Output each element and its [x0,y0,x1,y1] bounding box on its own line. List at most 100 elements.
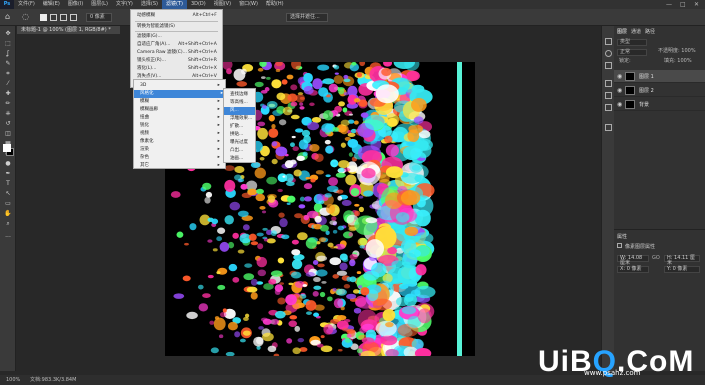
filter-submenu-item[interactable]: 渲染 ▸ [140,146,222,154]
marquee-preset-icon[interactable]: ◌ [22,12,29,21]
styles-icon[interactable] [605,104,612,111]
stylize-item[interactable]: 浮雕效果... [230,115,258,123]
menu-10[interactable]: 帮助(H) [262,0,288,9]
stylize-item[interactable]: 凸出... [230,147,258,155]
stylize-item[interactable]: 等高线... [230,99,258,107]
minimize-button[interactable]: — [666,0,672,9]
document-tab[interactable]: 未标题-1 @ 100% (图层 1, RGB/8#) * [17,26,120,34]
layer-row[interactable]: ◉ 图层 2 [614,84,705,97]
eraser-icon[interactable]: ◫ [3,130,13,138]
filter-menu-item[interactable]: 动感模糊 Alt+Ctrl+F [137,12,219,20]
stylize-item[interactable]: 查找边缘 [230,91,258,99]
link-icon[interactable]: GO [652,255,660,261]
fill-field[interactable]: 填充: 100% [662,59,702,66]
maximize-button[interactable]: □ [680,0,686,9]
filter-menu-item[interactable]: 自适应广角(A)... Alt+Shift+Ctrl+A [137,41,219,49]
menu-3[interactable]: 图层(L) [87,0,112,9]
feather-input[interactable]: 0 像素 [86,13,112,22]
history-icon[interactable] [605,38,612,45]
filter-submenu-item[interactable]: 风格化 ▸ [134,90,225,98]
zoom-level[interactable]: 100% [6,375,20,385]
paragraph-icon[interactable] [605,124,612,131]
menu-9[interactable]: 窗口(W) [235,0,262,9]
marquee-icon[interactable]: ⬚ [3,40,13,48]
foreground-color-swatch[interactable] [3,144,11,152]
pen-icon[interactable]: ✒ [3,170,13,178]
brush-icon[interactable]: ✏ [3,100,13,108]
artwork-dot [401,252,418,269]
artwork-dot [276,92,286,101]
shape-icon[interactable]: ▭ [3,200,13,208]
hand-icon[interactable]: ✋ [3,210,13,218]
home-icon[interactable]: ⌂ [5,12,10,21]
type-icon[interactable]: T [3,180,13,188]
move-icon[interactable]: ✥ [3,30,13,38]
path-select-icon[interactable]: ↖ [3,190,13,198]
menu-6[interactable]: 滤镜(T) [161,0,187,9]
filter-submenu-item[interactable]: 3D ▸ [140,82,222,90]
color-icon[interactable] [605,50,612,57]
stylize-item[interactable]: 曝光过度 [230,139,258,147]
menu-8[interactable]: 视图(V) [210,0,235,9]
new-selection-icon[interactable] [40,14,47,21]
artwork-dot [382,308,396,322]
add-selection-icon[interactable] [50,14,57,21]
zoom-icon[interactable]: ⌕ [3,220,13,228]
x-field[interactable]: X: 0 像素 [617,266,649,273]
select-and-mask-button[interactable]: 选择并遮住... [286,13,328,22]
tab-layers[interactable]: 图层 [617,28,627,36]
stylize-item[interactable]: 拼贴... [230,131,258,139]
crop-icon[interactable]: ⌗ [3,70,13,78]
filter-submenu-item[interactable]: 扭曲 ▸ [140,114,222,122]
menu-5[interactable]: 选择(S) [137,0,162,9]
menu-4[interactable]: 文字(Y) [112,0,137,9]
filter-menu-item[interactable]: 滤镜库(G)... [137,33,219,41]
width-field[interactable]: W: 14.08 厘米 [617,255,649,266]
blend-mode-select[interactable]: 正常 [617,49,647,56]
stylize-item[interactable]: 油画... [230,155,258,163]
filter-menu-item[interactable]: 液化(L)... Shift+Ctrl+X [137,65,219,73]
close-button[interactable]: ✕ [694,0,699,9]
menu-0[interactable]: 文件(F) [14,0,39,9]
visibility-eye-icon[interactable]: ◉ [617,101,622,108]
intersect-selection-icon[interactable] [70,14,77,21]
filter-submenu-item[interactable]: 模糊画廊 ▸ [140,106,222,114]
filter-submenu-item[interactable]: 其它 ▸ [140,162,222,170]
filter-menu-item[interactable]: 镜头校正(R)... Shift+Ctrl+R [137,57,219,65]
opacity-field[interactable]: 不透明度: 100% [656,49,702,56]
history-brush-icon[interactable]: ↺ [3,120,13,128]
dodge-icon[interactable]: ● [3,160,13,168]
stylize-item[interactable]: 风... [224,107,255,115]
quick-select-icon[interactable]: ✎ [3,60,13,68]
lasso-icon[interactable]: ʆ [3,50,13,58]
filter-submenu-item[interactable]: 视频 ▸ [140,130,222,138]
layer-row[interactable]: ◉ 背景 [614,98,705,111]
swatches-icon[interactable] [605,62,612,69]
filter-menu-item[interactable]: Camera Raw 滤镜(C)... Shift+Ctrl+A [137,49,219,57]
layer-row[interactable]: ◉ 图层 1 [614,70,705,83]
tab-channels[interactable]: 通道 [631,28,641,36]
y-field[interactable]: Y: 0 像素 [664,266,700,273]
menu-1[interactable]: 编辑(E) [39,0,64,9]
height-field[interactable]: H: 14.11 厘米 [664,255,700,266]
tab-paths[interactable]: 路径 [645,28,655,36]
libraries-icon[interactable] [605,80,612,87]
filter-submenu-item[interactable]: 锐化 ▸ [140,122,222,130]
adjustments-icon[interactable] [605,92,612,99]
layer-kind-filter[interactable]: 类型 [617,39,647,46]
filter-menu-item[interactable]: 转换为智能滤镜(S) [137,23,219,31]
visibility-eye-icon[interactable]: ◉ [617,87,622,94]
stamp-icon[interactable]: ⎈ [3,110,13,118]
artwork-dot [290,142,295,148]
filter-submenu-item[interactable]: 模糊 ▸ [140,98,222,106]
more-tools-icon[interactable]: ... [3,232,13,240]
filter-submenu-item[interactable]: 杂色 ▸ [140,154,222,162]
menu-2[interactable]: 图像(I) [64,0,87,9]
subtract-selection-icon[interactable] [60,14,67,21]
filter-submenu-item[interactable]: 像素化 ▸ [140,138,222,146]
eyedropper-icon[interactable]: ⁄ [3,80,13,88]
stylize-item[interactable]: 扩散... [230,123,258,131]
healing-icon[interactable]: ✚ [3,90,13,98]
visibility-eye-icon[interactable]: ◉ [617,73,622,80]
menu-7[interactable]: 3D(D) [187,0,210,9]
